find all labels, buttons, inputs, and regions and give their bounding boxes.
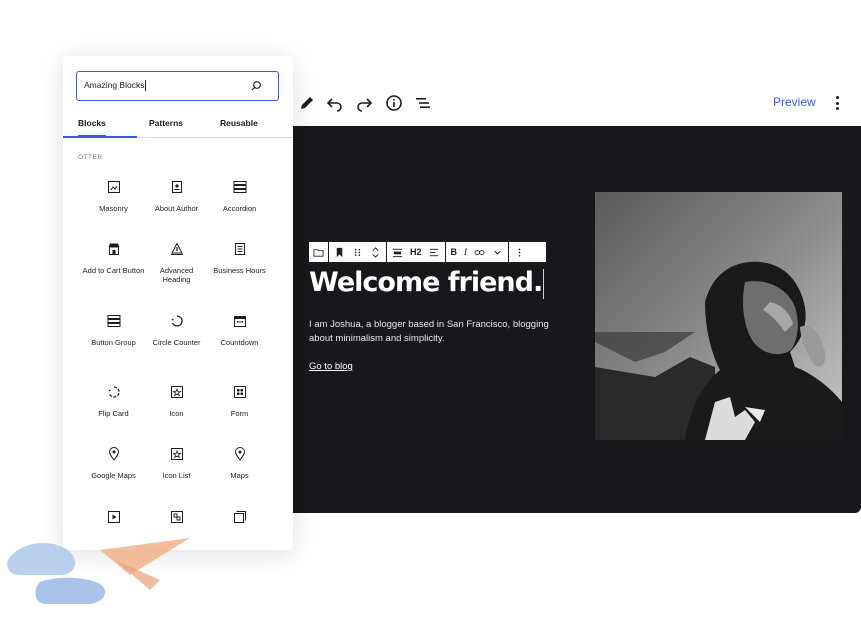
block-label: Add to Cart Button [82, 266, 145, 275]
tab-reusable[interactable]: Reusable [220, 118, 258, 128]
redo-icon[interactable] [353, 92, 375, 114]
block-label: Masonry [99, 204, 128, 213]
block-label: Countdown [220, 338, 259, 347]
folder-icon [313, 247, 324, 258]
move-up-down-icon[interactable] [370, 246, 381, 258]
list-view-icon[interactable] [412, 92, 434, 114]
more-vertical-icon[interactable] [832, 93, 842, 113]
block-item-add-to-cart[interactable]: Add to Cart Button [82, 242, 145, 275]
block-search-input[interactable]: Amazing Blocks [76, 71, 279, 101]
block-item-accordion[interactable]: Accordion [208, 180, 271, 213]
icon-list-icon [170, 448, 183, 460]
block-label: Flip Card [98, 409, 129, 418]
block-inserter-panel: Amazing Blocks Blocks Patterns Reusable … [63, 56, 293, 550]
block-item-circle-counter[interactable]: Circle Counter [145, 314, 208, 347]
block-label: Business Hours [213, 266, 266, 275]
maps-icon [234, 447, 245, 461]
format-controls: B I [446, 242, 510, 262]
button-group-icon [107, 315, 120, 327]
align-wide-icon[interactable] [392, 247, 403, 258]
block-label: Advanced Heading [159, 266, 194, 284]
tab-patterns[interactable]: Patterns [149, 118, 183, 128]
drag-handle-icon[interactable] [352, 247, 363, 258]
search-icon[interactable] [250, 80, 262, 92]
undo-icon[interactable] [324, 92, 346, 114]
block-item-icon-list[interactable]: Icon List [145, 447, 208, 480]
block-toolbar: H2 B I [308, 241, 547, 263]
advanced-heading-icon [170, 242, 183, 255]
italic-icon[interactable]: I [464, 247, 467, 257]
block-item-masonry[interactable]: Masonry [82, 180, 145, 213]
block-item-about-author[interactable]: About Author [145, 180, 208, 213]
chevron-down-icon[interactable] [492, 247, 503, 258]
masonry-icon [107, 181, 120, 193]
heading-text: Welcome friend. [309, 267, 543, 298]
about-author-icon [171, 181, 182, 193]
block-item-flip-card[interactable]: Flip Card [82, 385, 145, 418]
text-caret [543, 268, 545, 299]
pencil-icon[interactable] [296, 92, 318, 114]
page-heading[interactable]: Welcome friend. [309, 267, 545, 299]
inserter-tabs: Blocks Patterns Reusable [63, 112, 293, 138]
watermark-logo [7, 538, 190, 604]
bold-icon[interactable]: B [451, 247, 458, 257]
business-hours-icon [234, 243, 245, 255]
block-label: Maps [230, 471, 249, 480]
block-label: About Author [154, 204, 199, 213]
form-icon [233, 386, 246, 398]
block-item-countdown[interactable]: Countdown [208, 314, 271, 347]
go-to-blog-link[interactable]: Go to blog [309, 361, 353, 372]
intro-paragraph[interactable]: I am Joshua, a blogger based in San Fran… [309, 318, 559, 346]
block-item-advanced-heading[interactable]: Advanced Heading [145, 242, 208, 284]
block-label: Button Group [91, 338, 136, 347]
circle-counter-icon [171, 315, 183, 327]
block-options[interactable] [509, 242, 530, 262]
block-item-button-group[interactable]: Button Group [82, 314, 145, 347]
info-icon[interactable] [383, 92, 405, 114]
flip-card-icon [108, 386, 120, 398]
block-item-business-hours[interactable]: Business Hours [208, 242, 271, 275]
text-align-icon[interactable] [429, 247, 440, 258]
block-label: Icon [169, 409, 184, 418]
block-label: Form [230, 409, 249, 418]
block-item-layers[interactable] [208, 510, 271, 524]
block-mover [329, 242, 387, 262]
active-tab-indicator [63, 136, 137, 138]
category-heading: OTTER [78, 154, 103, 161]
block-label: Accordion [222, 204, 257, 213]
link-icon[interactable] [474, 247, 485, 258]
block-label: Circle Counter [152, 338, 201, 347]
bookmark-icon[interactable] [334, 247, 345, 258]
portrait-image [595, 192, 842, 440]
google-maps-icon [108, 447, 119, 461]
block-item-maps[interactable]: Maps [208, 447, 271, 480]
heading-controls: H2 [387, 242, 446, 262]
block-item-google-maps[interactable]: Google Maps [82, 447, 145, 480]
search-value: Amazing Blocks [84, 80, 145, 90]
tab-blocks[interactable]: Blocks [78, 118, 106, 137]
block-item-icon[interactable]: Icon [145, 385, 208, 418]
accordion-icon [233, 181, 246, 193]
layers-icon [233, 511, 246, 523]
more-vertical-icon [514, 247, 525, 258]
block-label: Google Maps [91, 471, 136, 480]
editor-toolbar: Preview [292, 86, 861, 120]
countdown-icon [233, 316, 246, 327]
block-label: Icon List [162, 471, 191, 480]
icon-block-icon [170, 386, 183, 398]
add-to-cart-icon [108, 243, 119, 255]
block-item-form[interactable]: Form [208, 385, 271, 418]
preview-button[interactable]: Preview [773, 95, 816, 109]
heading-level-button[interactable]: H2 [410, 247, 422, 257]
parent-block-button[interactable] [309, 242, 329, 262]
editor-canvas: H2 B I Welcome friend. I am Joshua, a bl… [292, 126, 861, 513]
